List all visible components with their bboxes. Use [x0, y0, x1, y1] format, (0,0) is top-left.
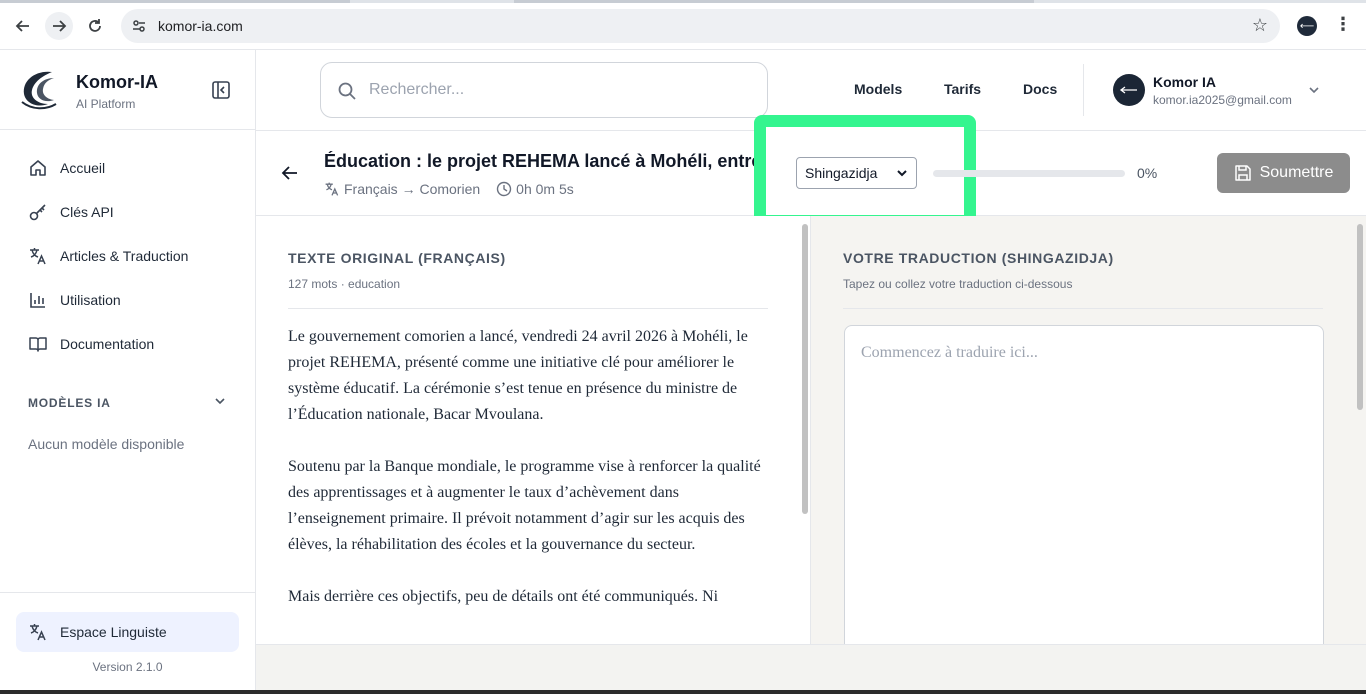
reload-icon[interactable] [81, 12, 109, 40]
translation-panel-title: VOTRE TRADUCTION (SHINGAZIDJA) [843, 250, 1114, 266]
sidebar: Komor-IA AI Platform Accueil Clés API Ar… [0, 50, 256, 694]
translate-icon [325, 182, 339, 196]
browser-toolbar: komor-ia.com ☆ ⟵ ⋮ [0, 0, 1366, 50]
sidebar-item-label: Clés API [60, 204, 114, 220]
original-scrollbar[interactable] [802, 224, 808, 514]
elapsed-time: 0h 0m 5s [516, 181, 574, 197]
translation-scrollbar[interactable] [1357, 224, 1363, 410]
brand-name: Komor-IA [76, 72, 158, 92]
book-icon [28, 334, 48, 354]
translate-icon [28, 246, 48, 266]
target-language-select[interactable]: Shingazidja [796, 157, 917, 189]
nav-tarifs-link[interactable]: Tarifs [944, 81, 981, 97]
sidebar-item-articles[interactable]: Articles & Traduction [0, 234, 255, 278]
translation-panel: VOTRE TRADUCTION (SHINGAZIDJA) Tapez ou … [810, 216, 1366, 644]
bar-chart-icon [28, 290, 48, 310]
save-icon [1234, 165, 1251, 181]
article-paragraph: Le gouvernement comorien a lancé, vendre… [288, 328, 748, 423]
forward-nav-icon[interactable] [45, 12, 73, 40]
chevron-down-icon [897, 170, 907, 177]
search-input[interactable] [369, 77, 749, 103]
original-text-panel: TEXTE ORIGINAL (FRANÇAIS) 127 mots · edu… [256, 216, 810, 644]
version-text: Version 2.1.0 [92, 660, 163, 674]
nav-models-link[interactable]: Models [854, 81, 902, 97]
article-paragraph: Soutenu par la Banque mondiale, le progr… [288, 458, 761, 553]
user-email: komor.ia2025@gmail.com [1153, 93, 1292, 107]
clock-icon [496, 181, 512, 197]
document-title: Éducation : le projet REHEMA lancé à Moh… [324, 151, 756, 171]
document-meta: Français → Comorien 0h 0m 5s [324, 181, 574, 197]
original-article: Le gouvernement comorien a lancé, vendre… [288, 324, 768, 636]
translation-input[interactable] [845, 326, 1323, 644]
key-icon [28, 202, 48, 222]
home-icon [28, 158, 48, 178]
translate-icon [30, 624, 46, 641]
user-avatar[interactable] [1113, 74, 1145, 106]
linguist-space-label: Espace Linguiste [60, 624, 167, 640]
no-models-text: Aucun modèle disponible [28, 436, 185, 452]
url-text[interactable]: komor-ia.com [158, 18, 243, 34]
tab-strip [0, 0, 1366, 3]
sidebar-item-label: Accueil [60, 160, 106, 176]
browser-profile-avatar[interactable]: ⟵ [1297, 16, 1317, 36]
footer-area [256, 644, 1366, 694]
divider [288, 308, 768, 309]
sidebar-item-label: Articles & Traduction [60, 248, 189, 264]
nav-docs-link[interactable]: Docs [1023, 81, 1057, 97]
target-language-value: Shingazidja [805, 165, 878, 181]
brand-area: Komor-IA AI Platform [0, 50, 255, 130]
chevron-down-icon[interactable] [212, 393, 228, 409]
sidebar-menu: Accueil Clés API Articles & Traduction U… [0, 146, 255, 366]
brand-subtitle: AI Platform [76, 97, 136, 111]
search-icon [338, 82, 356, 100]
article-paragraph: Mais derrière ces objectifs, peu de déta… [288, 588, 719, 605]
translation-editor[interactable] [844, 325, 1324, 644]
browser-menu-icon[interactable]: ⋮ [1334, 14, 1352, 35]
sidebar-item-label: Documentation [60, 336, 155, 352]
progress-percent: 0% [1137, 165, 1158, 181]
submit-label: Soumettre [1259, 164, 1334, 181]
bookmark-star-icon[interactable]: ☆ [1252, 15, 1268, 36]
back-arrow-icon[interactable] [280, 163, 300, 183]
sidebar-item-documentation[interactable]: Documentation [0, 322, 255, 366]
linguist-space-button[interactable]: Espace Linguiste [16, 612, 239, 652]
translation-hint: Tapez ou collez votre traduction ci-dess… [843, 277, 1073, 291]
site-settings-icon[interactable] [131, 18, 147, 34]
language-pair: Français → Comorien [344, 181, 481, 197]
original-panel-title: TEXTE ORIGINAL (FRANÇAIS) [288, 250, 506, 266]
sidebar-item-label: Utilisation [60, 292, 121, 308]
sidebar-footer: Espace Linguiste Version 2.1.0 [0, 592, 255, 694]
submit-button[interactable]: Soumettre [1217, 153, 1350, 193]
back-nav-icon[interactable] [9, 12, 37, 40]
header-divider [1083, 64, 1084, 116]
address-bar[interactable]: komor-ia.com ☆ [121, 9, 1280, 43]
search-box[interactable] [320, 62, 768, 118]
collapse-sidebar-icon[interactable] [211, 80, 231, 100]
models-section-label: MODÈLES IA [28, 396, 111, 410]
sidebar-item-utilisation[interactable]: Utilisation [0, 278, 255, 322]
komor-ia-logo [21, 71, 57, 110]
models-section-header[interactable]: MODÈLES IA [28, 394, 228, 410]
chevron-down-icon[interactable] [1306, 82, 1322, 98]
translation-progress-bar [933, 170, 1125, 177]
sidebar-item-accueil[interactable]: Accueil [0, 146, 255, 190]
document-header: Éducation : le projet REHEMA lancé à Moh… [256, 115, 1366, 227]
sidebar-item-cles-api[interactable]: Clés API [0, 190, 255, 234]
os-taskbar [0, 690, 1366, 694]
arrow-left-icon [1119, 86, 1137, 94]
divider [843, 308, 1323, 309]
user-name[interactable]: Komor IA [1153, 74, 1216, 90]
word-count: 127 mots · education [288, 277, 401, 291]
